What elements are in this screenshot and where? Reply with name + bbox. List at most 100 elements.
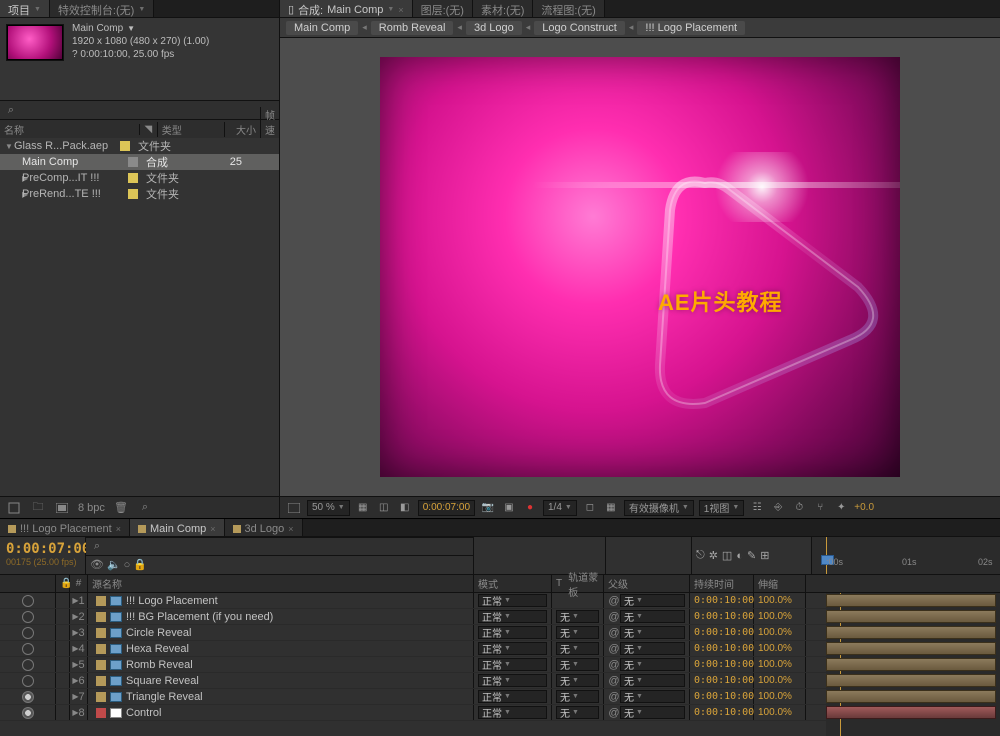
- layer-row[interactable]: ▶3Circle Reveal正常▼无▼@无▼0:00:10:00100.0%: [0, 625, 826, 641]
- layer-bar[interactable]: [826, 610, 996, 623]
- resolution-dropdown[interactable]: 1/4▼: [543, 500, 577, 516]
- transparency-icon[interactable]: ▦: [603, 500, 619, 516]
- camera-dropdown[interactable]: 有效摄像机▼: [624, 500, 694, 516]
- pickwhip-icon[interactable]: @: [608, 691, 620, 703]
- label-swatch[interactable]: [96, 628, 106, 638]
- layer-row[interactable]: ▶8Control正常▼无▼@无▼0:00:10:00100.0%: [0, 705, 826, 721]
- layer-bars[interactable]: [826, 593, 1000, 736]
- collapse-icon[interactable]: ✲: [709, 549, 718, 562]
- blend-mode-dropdown[interactable]: 正常▼: [478, 610, 547, 623]
- panel-menu-icon[interactable]: ▼: [138, 6, 145, 13]
- layer-row[interactable]: ▶5Romb Reveal正常▼无▼@无▼0:00:10:00100.0%: [0, 657, 826, 673]
- project-search-input[interactable]: [18, 103, 275, 117]
- timeline-tab[interactable]: 3d Logo×: [225, 519, 303, 536]
- twirl-icon[interactable]: ▼: [4, 142, 14, 151]
- tab-layer[interactable]: 图层:(无): [413, 0, 473, 17]
- parent-dropdown[interactable]: 无▼: [620, 610, 685, 623]
- timecode-block[interactable]: 0:00:07:00 00175 (25.00 fps): [0, 537, 86, 574]
- roi-icon[interactable]: ◻: [582, 500, 598, 516]
- visibility-toggle[interactable]: [22, 611, 34, 623]
- dropdown-icon[interactable]: ▼: [127, 22, 135, 35]
- close-icon[interactable]: ×: [116, 524, 121, 534]
- visibility-toggle[interactable]: [22, 595, 34, 607]
- pixel-aspect-icon[interactable]: ☷: [749, 500, 765, 516]
- visibility-toggle[interactable]: [22, 627, 34, 639]
- track-matte-dropdown[interactable]: 无▼: [556, 610, 599, 623]
- breadcrumb-item[interactable]: 3d Logo: [466, 21, 522, 35]
- layer-bar[interactable]: [826, 674, 996, 687]
- breadcrumb-item[interactable]: Romb Reveal: [371, 21, 454, 35]
- stretch-value[interactable]: 100.0%: [758, 611, 792, 622]
- snapshot-icon[interactable]: 📷: [480, 500, 496, 516]
- label-swatch[interactable]: [96, 676, 106, 686]
- duration-value[interactable]: 0:00:10:00: [694, 595, 754, 606]
- layer-bar[interactable]: [826, 626, 996, 639]
- dropdown-icon[interactable]: ▼: [387, 6, 394, 13]
- duration-value[interactable]: 0:00:10:00: [694, 659, 754, 670]
- brainstorm-icon[interactable]: ✎: [747, 549, 756, 562]
- timeline-search-input[interactable]: [104, 539, 469, 553]
- blend-mode-dropdown[interactable]: 正常▼: [478, 706, 547, 719]
- tab-project[interactable]: 项目 ▼: [0, 0, 50, 17]
- track-matte-dropdown[interactable]: 无▼: [556, 626, 599, 639]
- layer-bar[interactable]: [826, 690, 996, 703]
- lock-column-icon[interactable]: 🔒: [133, 558, 147, 571]
- stretch-value[interactable]: 100.0%: [758, 707, 792, 718]
- parent-dropdown[interactable]: 无▼: [620, 658, 685, 671]
- parent-dropdown[interactable]: 无▼: [620, 626, 685, 639]
- track-matte-dropdown[interactable]: 无▼: [556, 674, 599, 687]
- col-stretch[interactable]: 伸缩: [754, 575, 806, 592]
- close-icon[interactable]: ×: [398, 5, 403, 15]
- layer-row[interactable]: ▶4Hexa Reveal正常▼无▼@无▼0:00:10:00100.0%: [0, 641, 826, 657]
- stretch-value[interactable]: 100.0%: [758, 643, 792, 654]
- visibility-toggle[interactable]: [22, 707, 34, 719]
- timeline-tab[interactable]: Main Comp×: [130, 519, 225, 536]
- pickwhip-icon[interactable]: @: [608, 595, 620, 607]
- blend-mode-dropdown[interactable]: 正常▼: [478, 642, 547, 655]
- mask-icon[interactable]: ◧: [397, 500, 413, 516]
- label-swatch[interactable]: [128, 173, 138, 183]
- new-folder-icon[interactable]: 🗀: [30, 500, 46, 516]
- graph-editor-icon[interactable]: ⊞: [760, 549, 769, 562]
- visibility-toggle[interactable]: [22, 691, 34, 703]
- stretch-value[interactable]: 100.0%: [758, 659, 792, 670]
- layer-bar[interactable]: [826, 706, 996, 719]
- panel-menu-icon[interactable]: ▼: [34, 6, 41, 13]
- col-source[interactable]: 源名称: [88, 575, 474, 592]
- duration-value[interactable]: 0:00:10:00: [694, 643, 754, 654]
- duration-value[interactable]: 0:00:10:00: [694, 627, 754, 638]
- tab-fx-console[interactable]: 特效控制台:(无) ▼: [50, 0, 154, 17]
- col-name[interactable]: 名称: [0, 122, 139, 137]
- track-matte-dropdown[interactable]: 无▼: [556, 690, 599, 703]
- twirl-icon[interactable]: ▶: [4, 174, 22, 183]
- layer-row[interactable]: ▶2!!! BG Placement (if you need)正常▼无▼@无▼…: [0, 609, 826, 625]
- track-matte-dropdown[interactable]: 无▼: [556, 706, 599, 719]
- time-ruler[interactable]: :00s01s02s: [812, 537, 1000, 574]
- track-matte-dropdown[interactable]: 无▼: [556, 642, 599, 655]
- timeline-tab[interactable]: !!! Logo Placement×: [0, 519, 130, 536]
- always-preview-icon[interactable]: [286, 500, 302, 516]
- pickwhip-icon[interactable]: @: [608, 675, 620, 687]
- solo-column-icon[interactable]: ○: [124, 559, 131, 571]
- label-swatch[interactable]: [120, 141, 130, 151]
- project-row[interactable]: ▶PreComp...IT !!!文件夹: [0, 170, 279, 186]
- visibility-toggle[interactable]: [22, 659, 34, 671]
- parent-dropdown[interactable]: 无▼: [620, 674, 685, 687]
- label-swatch[interactable]: [96, 612, 106, 622]
- pickwhip-icon[interactable]: @: [608, 659, 620, 671]
- pickwhip-icon[interactable]: @: [608, 627, 620, 639]
- breadcrumb-item[interactable]: !!! Logo Placement: [637, 21, 745, 35]
- zoom-dropdown[interactable]: 50 %▼: [307, 500, 350, 516]
- exposure-value[interactable]: +0.0: [854, 502, 874, 513]
- label-swatch[interactable]: [96, 660, 106, 670]
- timeline-icon[interactable]: ⏱: [791, 500, 807, 516]
- col-parent[interactable]: 父级: [604, 575, 690, 592]
- label-swatch[interactable]: [128, 189, 138, 199]
- fast-preview-icon[interactable]: ⎆: [770, 500, 786, 516]
- pickwhip-icon[interactable]: @: [608, 643, 620, 655]
- guides-icon[interactable]: ◫: [376, 500, 392, 516]
- blend-mode-dropdown[interactable]: 正常▼: [478, 658, 547, 671]
- parent-dropdown[interactable]: 无▼: [620, 594, 685, 607]
- layer-row[interactable]: ▶7Triangle Reveal正常▼无▼@无▼0:00:10:00100.0…: [0, 689, 826, 705]
- layer-row[interactable]: ▶1!!! Logo Placement正常▼@无▼0:00:10:00100.…: [0, 593, 826, 609]
